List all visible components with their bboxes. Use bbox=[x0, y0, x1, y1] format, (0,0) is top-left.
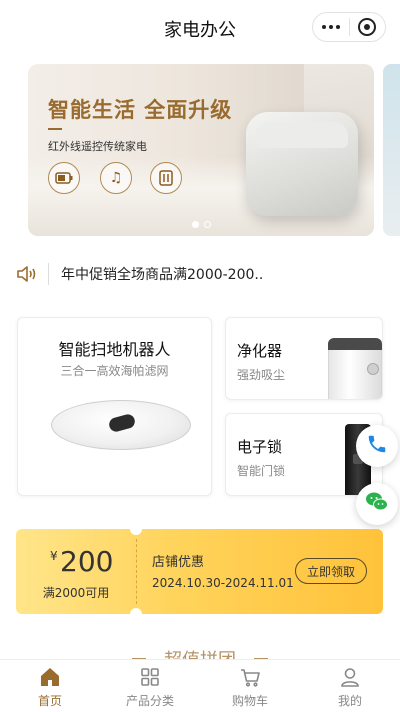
tab-label: 我的 bbox=[337, 694, 362, 708]
tab-profile[interactable]: 我的 bbox=[300, 660, 400, 712]
coupon-currency: ¥ bbox=[50, 549, 58, 563]
tab-cart[interactable]: 购物车 bbox=[200, 660, 300, 712]
phone-contact-button[interactable] bbox=[356, 425, 398, 467]
close-target-icon[interactable] bbox=[349, 18, 385, 36]
product-name: 电子锁 bbox=[237, 438, 283, 456]
notice-text: 年中促销全场商品满2000-200.. bbox=[61, 267, 264, 283]
product-desc: 三合一高效海帕滤网 bbox=[60, 364, 169, 378]
wechat-contact-button[interactable] bbox=[356, 483, 398, 525]
banner-next-peek[interactable] bbox=[383, 64, 400, 236]
grid-icon bbox=[139, 666, 161, 688]
remote-control-icon bbox=[150, 162, 182, 194]
tab-label: 首页 bbox=[37, 694, 62, 708]
coupon-amount: 200 bbox=[60, 545, 114, 578]
wechat-icon bbox=[365, 491, 389, 517]
coupon-condition: 满2000可用 bbox=[42, 586, 110, 600]
nav-header: 家电办公 bbox=[0, 0, 400, 56]
coupon-notch-bottom bbox=[130, 608, 142, 620]
product-name: 智能扫地机器人 bbox=[58, 340, 171, 359]
notice-divider bbox=[48, 263, 49, 285]
store-coupon: ¥ 200 满2000可用 店铺优惠 2024.10.30-2024.11.01… bbox=[16, 523, 383, 620]
user-icon bbox=[339, 666, 361, 688]
music-note-icon: ♫ bbox=[100, 162, 132, 194]
more-menu-icon[interactable] bbox=[313, 25, 349, 29]
banner-prev-peek bbox=[0, 64, 20, 236]
phone-icon bbox=[366, 433, 388, 459]
product-name: 净化器 bbox=[237, 342, 283, 360]
hero-banner[interactable]: 智能生活 全面升级 红外线遥控传统家电 ♫ bbox=[28, 64, 374, 236]
robot-vacuum-image bbox=[51, 400, 191, 460]
product-desc: 智能门锁 bbox=[237, 464, 286, 478]
product-card-robot[interactable]: 智能扫地机器人 三合一高效海帕滤网 bbox=[17, 317, 212, 496]
speaker-icon bbox=[16, 264, 38, 284]
product-card-purifier[interactable]: 净化器 强劲吸尘 bbox=[225, 317, 383, 400]
coupon-date-range: 2024.10.30-2024.11.01 bbox=[152, 576, 294, 590]
banner-headline: 智能生活 全面升级 bbox=[48, 98, 233, 122]
home-icon bbox=[39, 666, 61, 688]
cart-icon bbox=[239, 666, 261, 688]
tab-home[interactable]: 首页 bbox=[0, 660, 100, 712]
coupon-title: 店铺优惠 bbox=[152, 555, 205, 570]
claim-coupon-button[interactable]: 立即领取 bbox=[295, 558, 367, 584]
banner-pagination bbox=[28, 221, 374, 228]
promo-notice-bar[interactable]: 年中促销全场商品满2000-200.. bbox=[16, 258, 386, 290]
tab-label: 产品分类 bbox=[125, 694, 174, 708]
tab-categories[interactable]: 产品分类 bbox=[100, 660, 200, 712]
air-purifier-image bbox=[328, 338, 382, 399]
coupon-notch-top bbox=[130, 523, 142, 535]
product-desc: 强劲吸尘 bbox=[237, 368, 286, 382]
mini-program-capsule bbox=[312, 12, 386, 42]
coupon-divider bbox=[136, 539, 137, 604]
banner-subtitle: 红外线遥控传统家电 bbox=[48, 140, 147, 153]
pagination-dot[interactable] bbox=[203, 221, 211, 228]
banner-underline bbox=[48, 128, 62, 130]
tab-label: 购物车 bbox=[231, 694, 268, 708]
smart-device-image bbox=[246, 112, 358, 216]
pagination-dot-active[interactable] bbox=[191, 221, 199, 228]
bottom-tab-bar: 首页 产品分类 购物车 我的 bbox=[0, 659, 400, 712]
battery-icon bbox=[48, 162, 80, 194]
